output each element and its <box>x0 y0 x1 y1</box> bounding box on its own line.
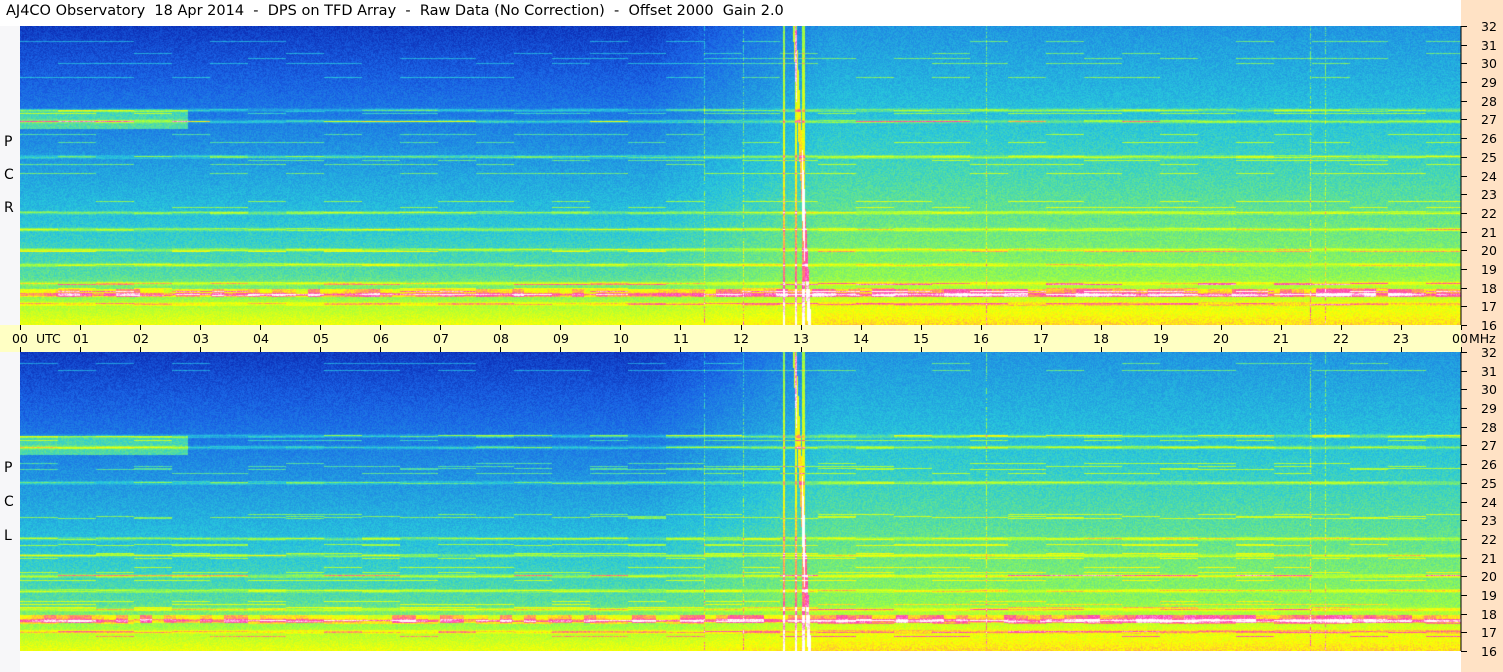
time-label-12: 12 <box>733 331 749 346</box>
lcp-letter-l: L <box>4 528 12 544</box>
chart-title: AJ4CO Observatory 18 Apr 2014 - DPS on T… <box>6 3 784 19</box>
time-label-14: 14 <box>853 331 869 346</box>
time-label-06: 06 <box>373 331 389 346</box>
time-label-16: 16 <box>973 331 989 346</box>
time-label-00-end: 00 <box>1452 331 1468 346</box>
time-label-11: 11 <box>673 331 689 346</box>
time-label-13: 13 <box>793 331 809 346</box>
time-label-02: 02 <box>133 331 149 346</box>
time-label-00-start: 00 <box>12 331 28 346</box>
time-label-03: 03 <box>193 331 209 346</box>
time-label-01: 01 <box>73 331 89 346</box>
rcp-letter-r: R <box>4 200 14 216</box>
time-label-utc: UTC <box>36 331 61 346</box>
lcp-label-strip <box>0 352 20 672</box>
time-label-10: 10 <box>613 331 629 346</box>
time-label-mhz: MHz <box>1469 331 1496 346</box>
time-label-22: 22 <box>1333 331 1349 346</box>
time-label-15: 15 <box>913 331 929 346</box>
time-label-17: 17 <box>1033 331 1049 346</box>
time-label-18: 18 <box>1093 331 1109 346</box>
time-label-23: 23 <box>1393 331 1409 346</box>
lcp-letter-p: P <box>4 460 13 476</box>
time-label-08: 08 <box>493 331 509 346</box>
time-label-04: 04 <box>253 331 269 346</box>
lcp-spectrogram[interactable] <box>20 352 1461 651</box>
rcp-letter-c: C <box>4 167 14 183</box>
lcp-letter-c: C <box>4 494 14 510</box>
time-label-19: 19 <box>1153 331 1169 346</box>
time-label-09: 09 <box>553 331 569 346</box>
time-label-05: 05 <box>313 331 329 346</box>
time-axis-bar <box>0 325 1461 352</box>
time-label-21: 21 <box>1273 331 1289 346</box>
rcp-letter-p: P <box>4 134 13 150</box>
spectrogram-app: AJ4CO Observatory 18 Apr 2014 - DPS on T… <box>0 0 1503 672</box>
time-label-20: 20 <box>1213 331 1229 346</box>
rcp-spectrogram[interactable] <box>20 26 1461 325</box>
time-label-07: 07 <box>433 331 449 346</box>
